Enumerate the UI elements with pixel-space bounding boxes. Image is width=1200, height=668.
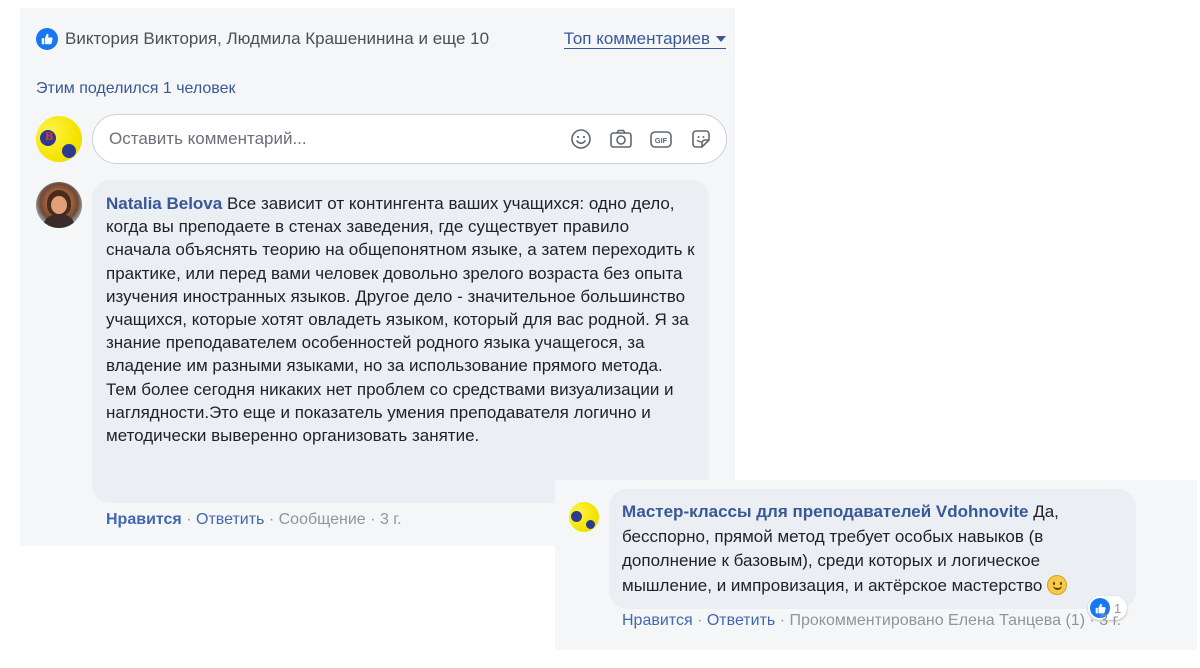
separator: · (370, 511, 376, 528)
reactions-bar: Виктория Виктория, Людмила Крашенинина и… (36, 26, 726, 52)
avatar[interactable] (569, 502, 599, 532)
separator: · (779, 612, 786, 629)
comment-text: Все зависит от контингента ваших учащихс… (106, 194, 695, 446)
reply-author[interactable]: Мастер-классы для преподавателей Vdohnov… (622, 502, 1028, 521)
commented-by-text[interactable]: Прокомментировано Елена Танцева (1) (789, 612, 1085, 629)
camera-icon[interactable] (608, 126, 634, 152)
separator: · (1089, 612, 1095, 629)
smiley-emoji-icon (1047, 574, 1068, 595)
emoji-mouth (1053, 585, 1063, 590)
reply-panel: Мастер-классы для преподавателей Vdohnov… (555, 480, 1197, 650)
comment-author[interactable]: Natalia Belova (106, 194, 222, 213)
avatar[interactable] (36, 182, 82, 228)
reactors-text[interactable]: Виктория Виктория, Людмила Крашенинина и… (65, 29, 489, 49)
shared-count-link[interactable]: Этим поделился 1 человек (36, 80, 236, 98)
sort-label: Топ комментариев (563, 28, 710, 48)
smile-icon[interactable] (568, 126, 594, 152)
reply-actions: Нравится · Ответить · Прокомментировано … (622, 612, 1172, 630)
comment-input-box[interactable]: GIF (92, 114, 727, 164)
separator: · (186, 511, 192, 528)
avatar-letter: B (45, 132, 54, 143)
message-button[interactable]: Сообщение (279, 511, 366, 528)
gif-icon[interactable]: GIF (648, 126, 674, 152)
reply-bubble: Мастер-классы для преподавателей Vdohnov… (609, 489, 1136, 609)
comment-actions: Нравится · Ответить · Сообщение · 3 г. (106, 511, 402, 529)
reply-button[interactable]: Ответить (707, 612, 775, 629)
avatar-shape (51, 196, 67, 214)
post-comments-panel: Виктория Виктория, Людмила Крашенинина и… (20, 8, 735, 546)
avatar-shape (586, 520, 595, 529)
comment-timestamp[interactable]: 3 г. (380, 511, 402, 528)
comment-timestamp[interactable]: 3 г. (1099, 612, 1121, 629)
composer-toolbar: GIF (568, 126, 714, 152)
like-button[interactable]: Нравится (622, 612, 693, 629)
avatar[interactable]: B (36, 116, 82, 162)
sticker-icon[interactable] (688, 126, 714, 152)
avatar-shape (62, 144, 76, 158)
comment-bubble: Natalia Belova Все зависит от контингент… (92, 180, 709, 503)
separator: · (268, 511, 275, 528)
caret-down-icon (716, 36, 726, 43)
like-icon[interactable] (36, 28, 58, 50)
reply-button[interactable]: Ответить (196, 511, 264, 528)
comment-composer: B GIF (36, 114, 731, 166)
avatar-shape (44, 214, 74, 228)
sort-comments-dropdown[interactable]: Топ комментариев (563, 28, 726, 49)
separator: · (697, 612, 703, 629)
like-button[interactable]: Нравится (106, 511, 182, 528)
avatar-shape (571, 511, 582, 522)
comment-input[interactable] (109, 129, 568, 149)
svg-text:GIF: GIF (655, 136, 668, 145)
